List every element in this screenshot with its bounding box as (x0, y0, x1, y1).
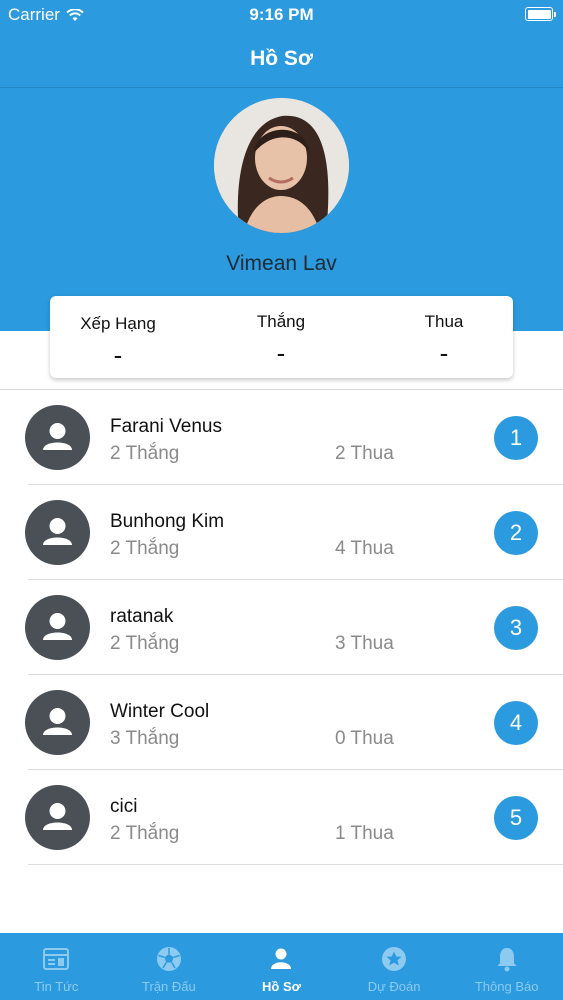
rank-badge: 4 (494, 701, 538, 745)
profile-icon (271, 948, 292, 969)
star-icon (382, 947, 407, 971)
player-name: Farani Venus (110, 416, 222, 437)
tab-predictions[interactable]: Dự Đoán (338, 933, 451, 1000)
bell-icon (497, 948, 517, 972)
stat-rank-value: - (113, 340, 123, 370)
tab-predictions-label: Dự Đoán (367, 979, 421, 994)
player-losses: 0 Thua (335, 728, 394, 749)
page-title: Hồ Sơ (250, 46, 313, 70)
list-item[interactable]: Farani Venus 2 Thắng 2 Thua 1 (0, 390, 563, 485)
profile-header: Vimean Lav (0, 88, 563, 331)
person-icon (43, 613, 72, 640)
player-wins: 2 Thắng (110, 443, 180, 464)
stat-losses-value: - (439, 338, 449, 368)
list-item[interactable]: cici 2 Thắng 1 Thua 5 (0, 770, 563, 865)
player-losses: 2 Thua (335, 443, 394, 464)
profile-name: Vimean Lav (226, 252, 337, 275)
player-name: ratanak (110, 606, 174, 627)
tab-news[interactable]: Tin Tức (0, 933, 113, 1000)
person-icon (43, 518, 72, 545)
tab-matches[interactable]: Trận Đấu (113, 933, 226, 1000)
player-losses: 4 Thua (335, 538, 394, 559)
tab-notifications[interactable]: Thông Báo (450, 933, 563, 1000)
row-separator (28, 864, 563, 865)
status-bar: Carrier 9:16 PM (0, 0, 563, 30)
tab-news-label: Tin Tức (34, 979, 79, 994)
player-wins: 2 Thắng (110, 633, 180, 654)
navigation-bar: Hồ Sơ (0, 30, 563, 88)
stat-wins: Thắng - (231, 312, 331, 369)
stat-wins-label: Thắng (256, 312, 306, 331)
player-losses: 1 Thua (335, 823, 394, 844)
avatar (25, 405, 90, 470)
leaderboard-list: Farani Venus 2 Thắng 2 Thua 1 Bunhong Ki… (0, 390, 563, 865)
tab-matches-label: Trận Đấu (142, 979, 196, 994)
tab-profile[interactable]: Hồ Sơ (225, 933, 338, 1000)
stat-losses: Thua - (394, 312, 494, 369)
rank-badge: 3 (494, 606, 538, 650)
battery-icon (525, 7, 556, 21)
tab-profile-label: Hồ Sơ (262, 979, 301, 994)
player-name: cici (110, 796, 138, 817)
stat-wins-value: - (276, 338, 286, 368)
person-icon (43, 803, 72, 830)
avatar (25, 785, 90, 850)
rank-badge: 2 (494, 511, 538, 555)
player-wins: 2 Thắng (110, 538, 180, 559)
stat-rank: Xếp Hạng - (68, 314, 168, 371)
list-item[interactable]: Bunhong Kim 2 Thắng 4 Thua 2 (0, 485, 563, 580)
tab-bar: Tin Tức Trận Đấu Hồ Sơ Dự Đoán Thông Báo (0, 933, 563, 1000)
stat-losses-label: Thua (424, 312, 464, 331)
person-icon (43, 708, 72, 735)
avatar (25, 595, 90, 660)
list-item[interactable]: ratanak 2 Thắng 3 Thua 3 (0, 580, 563, 675)
player-name: Bunhong Kim (110, 511, 225, 532)
player-wins: 3 Thắng (110, 728, 180, 749)
profile-photo (214, 98, 349, 233)
avatar (25, 690, 90, 755)
avatar (25, 500, 90, 565)
rank-badge: 5 (494, 796, 538, 840)
player-losses: 3 Thua (335, 633, 394, 654)
soccer-ball-icon (156, 947, 181, 971)
status-time: 9:16 PM (249, 5, 314, 24)
tab-notifications-label: Thông Báo (474, 979, 539, 994)
profile-avatar[interactable] (214, 98, 349, 233)
stats-card: Xếp Hạng - Thắng - Thua - (50, 296, 513, 378)
stat-rank-label: Xếp Hạng (80, 314, 156, 333)
list-item[interactable]: Winter Cool 3 Thắng 0 Thua 4 (0, 675, 563, 770)
player-name: Winter Cool (110, 701, 210, 722)
player-wins: 2 Thắng (110, 823, 180, 844)
rank-badge: 1 (494, 416, 538, 460)
person-icon (43, 423, 72, 450)
news-icon (43, 948, 70, 970)
